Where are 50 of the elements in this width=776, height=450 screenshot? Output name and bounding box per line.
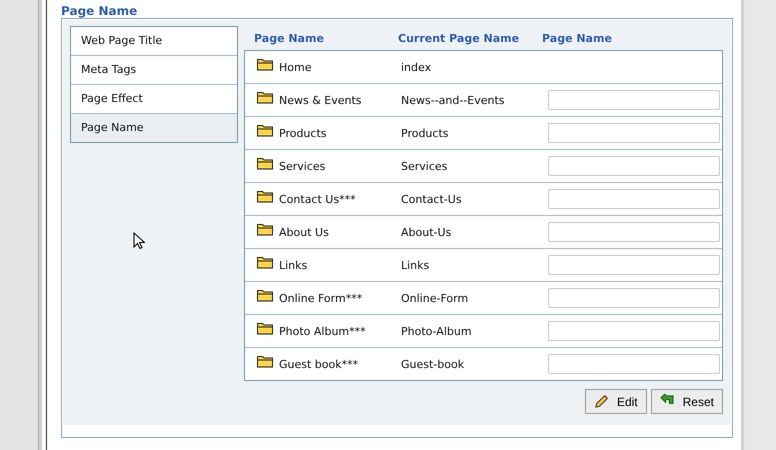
- input-field[interactable]: [548, 189, 720, 209]
- sidebar-item[interactable]: Web Page Title: [71, 27, 237, 56]
- folder-icon: [257, 190, 273, 202]
- table-cell-text: News--and--Events: [401, 94, 506, 106]
- edit-button[interactable]: Edit: [584, 389, 647, 414]
- table-cell: Links: [279, 258, 308, 272]
- folder-icon: [257, 256, 273, 268]
- folder-icon: [257, 288, 273, 302]
- table-cell-text: Links: [401, 258, 430, 272]
- table-cell-text: Online-Form: [401, 292, 470, 304]
- table-cell: News & Events: [279, 94, 362, 106]
- input-field[interactable]: [548, 288, 720, 308]
- section-title: Page Name: [61, 3, 138, 18]
- table-cell: Home: [279, 60, 312, 74]
- pencil-icon: [594, 394, 609, 409]
- table-cell-text: Services: [401, 160, 448, 172]
- input-field[interactable]: [548, 255, 720, 275]
- table-cell-text: Guest-book: [401, 358, 466, 370]
- table-cell: Contact Us***: [279, 192, 356, 206]
- column-header: Page Name: [253, 32, 325, 44]
- table-cell: Products: [279, 126, 326, 140]
- folder-icon: [257, 58, 273, 70]
- table-cell-text: index: [401, 60, 432, 74]
- sidebar-item[interactable]: Page Name: [71, 114, 237, 142]
- column-header: Current Page Name: [398, 32, 520, 44]
- table-cell-text: About-Us: [401, 226, 452, 238]
- table-cell: Services: [279, 160, 326, 172]
- table-cell: Online Form***: [279, 292, 362, 304]
- table-cell-text: Photo-Album: [401, 324, 473, 338]
- folder-icon: [257, 322, 273, 334]
- folder-icon: [257, 90, 273, 104]
- mouse-pointer-icon: [133, 232, 145, 250]
- input-field[interactable]: [548, 90, 720, 110]
- folder-icon: [257, 124, 273, 136]
- sidebar-item[interactable]: Meta Tags: [71, 56, 237, 85]
- table-cell-text: Contact-Us: [401, 192, 463, 206]
- input-field[interactable]: [548, 321, 720, 341]
- column-header: Page Name: [542, 32, 612, 44]
- table-cell: Guest book***: [279, 358, 358, 370]
- input-field[interactable]: [548, 354, 720, 374]
- input-field[interactable]: [548, 222, 720, 242]
- table-cell-text: Products: [401, 126, 450, 140]
- input-field[interactable]: [548, 123, 720, 143]
- table-cell: About Us: [279, 226, 329, 238]
- reset-button[interactable]: Reset: [650, 389, 723, 414]
- input-field[interactable]: [548, 156, 720, 176]
- folder-icon: [257, 222, 273, 236]
- table-cell: Photo Album***: [279, 324, 366, 338]
- folder-icon: [257, 354, 273, 368]
- folder-icon: [257, 156, 273, 170]
